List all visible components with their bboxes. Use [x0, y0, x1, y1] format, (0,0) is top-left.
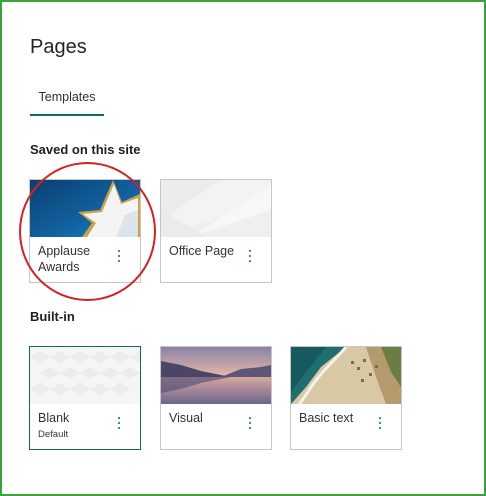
template-card-office-page[interactable]: Office Page	[160, 179, 272, 283]
template-card-applause-awards[interactable]: Applause Awards	[29, 179, 141, 283]
thumbnail-light-grey-abstract	[161, 180, 271, 237]
template-card-name: Blank	[38, 411, 70, 425]
template-card-subtitle: Default	[38, 429, 69, 440]
more-vertical-icon[interactable]	[116, 250, 122, 266]
template-card-visual[interactable]: Visual	[160, 346, 272, 450]
thumbnail-star-on-blue	[30, 180, 140, 237]
more-vertical-icon[interactable]	[116, 417, 122, 433]
template-card-basic-text[interactable]: Basic text	[290, 346, 402, 450]
tab-templates-label: Templates	[38, 90, 96, 104]
section-heading-builtin: Built-in	[30, 309, 75, 324]
template-card-blank[interactable]: Blank Default	[29, 346, 141, 450]
more-vertical-icon[interactable]	[377, 417, 383, 433]
tab-templates[interactable]: Templates	[30, 88, 104, 116]
thumbnail-white-geometric	[30, 347, 140, 404]
more-vertical-icon[interactable]	[247, 250, 253, 266]
thumbnail-lake-sunset	[161, 347, 271, 404]
template-card-name: Visual	[169, 411, 203, 425]
page-title: Pages	[30, 36, 87, 58]
template-card-name: Applause Awards	[38, 244, 91, 274]
more-vertical-icon[interactable]	[247, 417, 253, 433]
template-card-name: Office Page	[169, 244, 235, 258]
template-card-name: Basic text	[299, 411, 354, 425]
thumbnail-aerial-beach	[291, 347, 401, 404]
section-heading-saved: Saved on this site	[30, 142, 141, 157]
